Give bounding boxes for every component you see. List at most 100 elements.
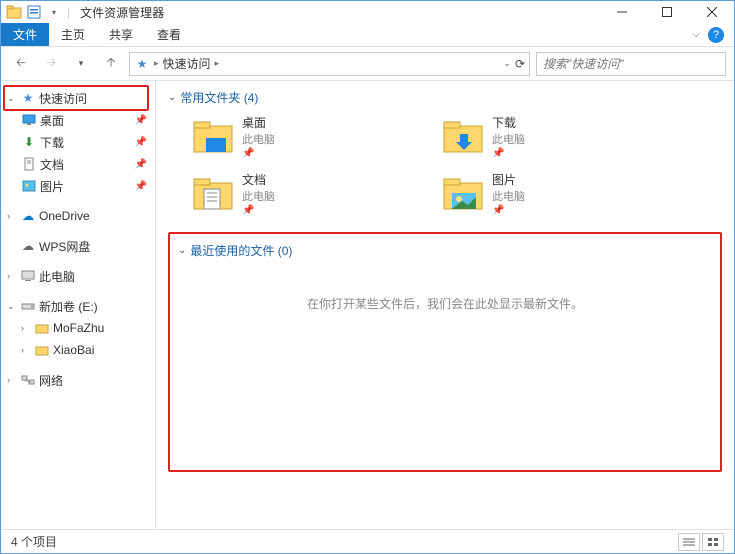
addressbar[interactable]: ★ ▸ 快速访问 ▸ ⌄ ⟳ (129, 52, 530, 76)
folder-name: 图片 (492, 171, 525, 188)
pc-icon (20, 268, 36, 284)
star-icon: ★ (20, 90, 36, 106)
sidebar-item-label: 文档 (40, 156, 64, 173)
recent-locations-button[interactable]: ▾ (69, 52, 93, 76)
up-button[interactable]: 🡡 (99, 52, 123, 76)
drive-icon (20, 298, 36, 314)
sidebar-quick-access[interactable]: ⌄ ★ 快速访问 (1, 87, 155, 109)
details-view-button[interactable] (678, 533, 700, 551)
frequent-folders-header[interactable]: ⌄ 常用文件夹 (4) (168, 89, 722, 106)
statusbar: 4 个项目 (1, 529, 734, 553)
folder-icon (34, 342, 50, 358)
chevron-down-icon: ⌄ (168, 92, 176, 103)
expand-icon[interactable]: › (21, 345, 31, 355)
expand-icon[interactable]: › (21, 323, 31, 333)
sidebar-onedrive[interactable]: › ☁ OneDrive (1, 205, 155, 227)
address-dropdown-icon[interactable]: ⌄ (503, 58, 511, 69)
folder-app-icon (5, 3, 23, 21)
pin-icon: 📌 (242, 148, 275, 159)
sidebar-wps[interactable]: ☁ WPS网盘 (1, 235, 155, 257)
section-title: 最近使用的文件 (0) (190, 242, 292, 259)
sidebar-network[interactable]: › 网络 (1, 369, 155, 391)
sidebar-downloads[interactable]: ⬇ 下载 📌 (1, 131, 155, 153)
content-pane: ⌄ 常用文件夹 (4) 桌面 此电脑 📌 下载 此电脑 (156, 81, 734, 529)
forward-button[interactable]: 🡢 (39, 52, 63, 76)
folder-location: 此电脑 (242, 131, 275, 147)
search-input[interactable] (543, 57, 719, 71)
sidebar-thispc[interactable]: › 此电脑 (1, 265, 155, 287)
sidebar-item-label: 下载 (40, 134, 64, 151)
sidebar-item-label: WPS网盘 (39, 238, 90, 255)
pin-icon: 📌 (492, 148, 525, 159)
collapse-icon[interactable]: ⌄ (7, 301, 17, 312)
sidebar: ⌄ ★ 快速访问 桌面 📌 ⬇ 下载 📌 文档 📌 图片 📌 › ☁ (1, 81, 156, 529)
collapse-icon[interactable]: ⌄ (7, 93, 17, 104)
chevron-right-icon[interactable]: ▸ (154, 58, 159, 69)
tab-share[interactable]: 共享 (97, 23, 145, 46)
folder-location: 此电脑 (492, 188, 525, 204)
folder-pictures[interactable]: 图片 此电脑 📌 (442, 171, 652, 216)
qat-dropdown-icon[interactable]: ▾ (45, 3, 63, 21)
downloads-folder-icon (442, 116, 484, 158)
recent-files-header[interactable]: ⌄ 最近使用的文件 (0) (178, 242, 712, 259)
folder-desktop[interactable]: 桌面 此电脑 📌 (192, 114, 402, 159)
folder-location: 此电脑 (492, 131, 525, 147)
expand-icon[interactable]: › (7, 211, 17, 221)
picture-icon (21, 178, 37, 194)
item-count: 4 个项目 (11, 533, 57, 550)
quick-access-toolbar-icon[interactable] (25, 3, 43, 21)
search-box[interactable] (536, 52, 726, 76)
sidebar-item-label: 快速访问 (39, 90, 87, 107)
section-title: 常用文件夹 (4) (180, 89, 258, 106)
refresh-icon[interactable]: ⟳ (515, 57, 525, 71)
folder-location: 此电脑 (242, 188, 275, 204)
pin-icon: 📌 (242, 205, 275, 216)
sidebar-item-label: OneDrive (39, 209, 90, 223)
star-icon: ★ (134, 56, 150, 72)
expand-icon[interactable]: › (7, 375, 17, 385)
close-button[interactable] (689, 1, 734, 23)
documents-folder-icon (192, 173, 234, 215)
sidebar-item-label: MoFaZhu (53, 321, 104, 335)
desktop-icon (21, 112, 37, 128)
tab-home[interactable]: 主页 (49, 23, 97, 46)
tab-view[interactable]: 查看 (145, 23, 193, 46)
folder-name: 文档 (242, 171, 275, 188)
ribbon-expand-icon[interactable]: ⌵ (692, 29, 700, 40)
sidebar-folder-mofazhu[interactable]: › MoFaZhu (1, 317, 155, 339)
breadcrumb-root[interactable]: 快速访问 (163, 55, 211, 72)
sidebar-pictures[interactable]: 图片 📌 (1, 175, 155, 197)
icons-view-button[interactable] (702, 533, 724, 551)
expand-icon[interactable]: › (7, 271, 17, 281)
recent-files-section: ⌄ 最近使用的文件 (0) 在你打开某些文件后，我们会在此处显示最新文件。 (168, 232, 722, 472)
sidebar-desktop[interactable]: 桌面 📌 (1, 109, 155, 131)
sidebar-drive[interactable]: ⌄ 新加卷 (E:) (1, 295, 155, 317)
folder-name: 下载 (492, 114, 525, 131)
pin-icon: 📌 (135, 181, 147, 192)
sidebar-item-label: XiaoBai (53, 343, 94, 357)
sidebar-item-label: 新加卷 (E:) (39, 298, 98, 315)
sidebar-item-label: 此电脑 (39, 268, 75, 285)
folder-documents[interactable]: 文档 此电脑 📌 (192, 171, 402, 216)
folder-icon (34, 320, 50, 336)
cloud-icon: ☁ (20, 238, 36, 254)
minimize-button[interactable] (599, 1, 644, 23)
maximize-button[interactable] (644, 1, 689, 23)
window-title: 文件资源管理器 (80, 4, 164, 21)
navbar: 🡠 🡢 ▾ 🡡 ★ ▸ 快速访问 ▸ ⌄ ⟳ (1, 47, 734, 81)
cloud-icon: ☁ (20, 208, 36, 224)
chevron-right-icon[interactable]: ▸ (215, 58, 220, 69)
sidebar-documents[interactable]: 文档 📌 (1, 153, 155, 175)
sidebar-item-label: 网络 (39, 372, 63, 389)
pin-icon: 📌 (135, 115, 147, 126)
back-button[interactable]: 🡠 (9, 52, 33, 76)
network-icon (20, 372, 36, 388)
folder-name: 桌面 (242, 114, 275, 131)
titlebar: ▾ | 文件资源管理器 (1, 1, 734, 23)
help-icon[interactable]: ? (708, 27, 724, 43)
file-tab[interactable]: 文件 (1, 23, 49, 46)
sidebar-folder-xiaobai[interactable]: › XiaoBai (1, 339, 155, 361)
document-icon (21, 156, 37, 172)
folder-downloads[interactable]: 下载 此电脑 📌 (442, 114, 652, 159)
recent-empty-message: 在你打开某些文件后，我们会在此处显示最新文件。 (178, 295, 712, 312)
